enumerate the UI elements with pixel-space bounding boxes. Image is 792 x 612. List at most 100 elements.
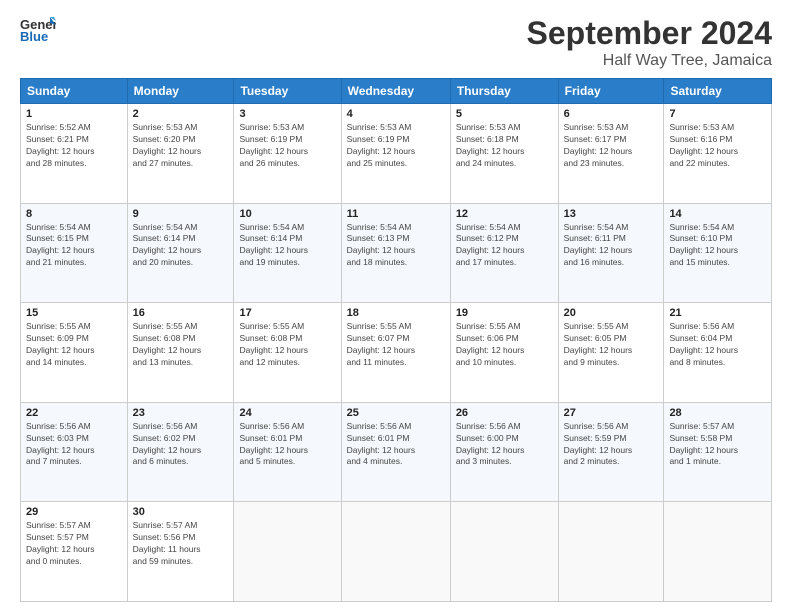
location-subtitle: Half Way Tree, Jamaica xyxy=(527,52,772,70)
table-row: 13 Sunrise: 5:54 AM Sunset: 6:11 PM Dayli… xyxy=(558,203,664,303)
table-row: 30Sunrise: 5:57 AM Sunset: 5:56 PM Dayli… xyxy=(127,502,234,602)
table-row: 19 Sunrise: 5:55 AM Sunset: 6:06 PM Dayli… xyxy=(450,303,558,403)
day-info: Sunrise: 5:56 AM Sunset: 6:01 PM Dayligh… xyxy=(239,421,335,469)
day-info: Sunrise: 5:57 AM Sunset: 5:56 PM Dayligh… xyxy=(133,520,229,568)
table-row: 20 Sunrise: 5:55 AM Sunset: 6:05 PM Dayli… xyxy=(558,303,664,403)
day-number: 1 xyxy=(26,108,122,120)
table-row: 6 Sunrise: 5:53 AM Sunset: 6:17 PM Daylig… xyxy=(558,104,664,204)
day-number: 28 xyxy=(669,407,766,419)
table-row: 14 Sunrise: 5:54 AM Sunset: 6:10 PM Dayli… xyxy=(664,203,772,303)
day-number: 24 xyxy=(239,407,335,419)
table-row: 16 Sunrise: 5:55 AM Sunset: 6:08 PM Dayli… xyxy=(127,303,234,403)
day-number: 2 xyxy=(133,108,229,120)
calendar-week-1: 1 Sunrise: 5:52 AM Sunset: 6:21 PM Daylig… xyxy=(21,104,772,204)
day-info: Sunrise: 5:53 AM Sunset: 6:16 PM Dayligh… xyxy=(669,122,766,170)
day-info: Sunrise: 5:54 AM Sunset: 6:13 PM Dayligh… xyxy=(347,222,445,270)
day-number: 5 xyxy=(456,108,553,120)
table-row: 27 Sunrise: 5:56 AM Sunset: 5:59 PM Dayli… xyxy=(558,402,664,502)
day-info: Sunrise: 5:55 AM Sunset: 6:06 PM Dayligh… xyxy=(456,321,553,369)
calendar-week-2: 8 Sunrise: 5:54 AM Sunset: 6:15 PM Daylig… xyxy=(21,203,772,303)
day-info: Sunrise: 5:52 AM Sunset: 6:21 PM Dayligh… xyxy=(26,122,122,170)
table-row: 2 Sunrise: 5:53 AM Sunset: 6:20 PM Daylig… xyxy=(127,104,234,204)
day-number: 12 xyxy=(456,208,553,220)
day-number: 16 xyxy=(133,307,229,319)
col-wednesday: Wednesday xyxy=(341,79,450,104)
month-title: September 2024 xyxy=(527,15,772,52)
day-number: 8 xyxy=(26,208,122,220)
col-sunday: Sunday xyxy=(21,79,128,104)
col-saturday: Saturday xyxy=(664,79,772,104)
table-row xyxy=(664,502,772,602)
table-row: 7 Sunrise: 5:53 AM Sunset: 6:16 PM Daylig… xyxy=(664,104,772,204)
day-info: Sunrise: 5:56 AM Sunset: 5:59 PM Dayligh… xyxy=(564,421,659,469)
table-row xyxy=(234,502,341,602)
calendar-week-5: 29 Sunrise: 5:57 AM Sunset: 5:57 PM Dayli… xyxy=(21,502,772,602)
logo: General Blue xyxy=(20,15,56,45)
day-info: Sunrise: 5:56 AM Sunset: 6:01 PM Dayligh… xyxy=(347,421,445,469)
header: General Blue September 2024 Half Way Tre… xyxy=(20,15,772,70)
calendar-header-row: Sunday Monday Tuesday Wednesday Thursday… xyxy=(21,79,772,104)
table-row: 12 Sunrise: 5:54 AM Sunset: 6:12 PM Dayli… xyxy=(450,203,558,303)
day-info: Sunrise: 5:57 AM Sunset: 5:57 PM Dayligh… xyxy=(26,520,122,568)
day-info: Sunrise: 5:54 AM Sunset: 6:12 PM Dayligh… xyxy=(456,222,553,270)
table-row: 1 Sunrise: 5:52 AM Sunset: 6:21 PM Daylig… xyxy=(21,104,128,204)
day-info: Sunrise: 5:54 AM Sunset: 6:11 PM Dayligh… xyxy=(564,222,659,270)
day-number: 14 xyxy=(669,208,766,220)
day-number: 25 xyxy=(347,407,445,419)
col-tuesday: Tuesday xyxy=(234,79,341,104)
day-number: 26 xyxy=(456,407,553,419)
day-info: Sunrise: 5:55 AM Sunset: 6:09 PM Dayligh… xyxy=(26,321,122,369)
day-info: Sunrise: 5:54 AM Sunset: 6:10 PM Dayligh… xyxy=(669,222,766,270)
table-row: 24 Sunrise: 5:56 AM Sunset: 6:01 PM Dayli… xyxy=(234,402,341,502)
table-row: 23Sunrise: 5:56 AM Sunset: 6:02 PM Dayli… xyxy=(127,402,234,502)
day-info: Sunrise: 5:53 AM Sunset: 6:20 PM Dayligh… xyxy=(133,122,229,170)
table-row: 11 Sunrise: 5:54 AM Sunset: 6:13 PM Dayli… xyxy=(341,203,450,303)
table-row: 9 Sunrise: 5:54 AM Sunset: 6:14 PM Daylig… xyxy=(127,203,234,303)
table-row: 17Sunrise: 5:55 AM Sunset: 6:08 PM Dayli… xyxy=(234,303,341,403)
day-info: Sunrise: 5:57 AM Sunset: 5:58 PM Dayligh… xyxy=(669,421,766,469)
day-number: 17 xyxy=(239,307,335,319)
day-info: Sunrise: 5:53 AM Sunset: 6:19 PM Dayligh… xyxy=(347,122,445,170)
day-info: Sunrise: 5:55 AM Sunset: 6:08 PM Dayligh… xyxy=(133,321,229,369)
day-number: 6 xyxy=(564,108,659,120)
day-info: Sunrise: 5:55 AM Sunset: 6:07 PM Dayligh… xyxy=(347,321,445,369)
table-row: 21Sunrise: 5:56 AM Sunset: 6:04 PM Dayli… xyxy=(664,303,772,403)
col-thursday: Thursday xyxy=(450,79,558,104)
day-info: Sunrise: 5:54 AM Sunset: 6:15 PM Dayligh… xyxy=(26,222,122,270)
day-number: 29 xyxy=(26,506,122,518)
day-info: Sunrise: 5:54 AM Sunset: 6:14 PM Dayligh… xyxy=(133,222,229,270)
table-row: 22Sunrise: 5:56 AM Sunset: 6:03 PM Dayli… xyxy=(21,402,128,502)
day-info: Sunrise: 5:56 AM Sunset: 6:04 PM Dayligh… xyxy=(669,321,766,369)
day-number: 4 xyxy=(347,108,445,120)
day-info: Sunrise: 5:56 AM Sunset: 6:03 PM Dayligh… xyxy=(26,421,122,469)
day-info: Sunrise: 5:53 AM Sunset: 6:19 PM Dayligh… xyxy=(239,122,335,170)
day-number: 11 xyxy=(347,208,445,220)
day-number: 9 xyxy=(133,208,229,220)
day-number: 23 xyxy=(133,407,229,419)
table-row: 4 Sunrise: 5:53 AM Sunset: 6:19 PM Daylig… xyxy=(341,104,450,204)
table-row: 18 Sunrise: 5:55 AM Sunset: 6:07 PM Dayli… xyxy=(341,303,450,403)
day-number: 15 xyxy=(26,307,122,319)
day-number: 20 xyxy=(564,307,659,319)
day-info: Sunrise: 5:56 AM Sunset: 6:00 PM Dayligh… xyxy=(456,421,553,469)
day-info: Sunrise: 5:55 AM Sunset: 6:05 PM Dayligh… xyxy=(564,321,659,369)
day-number: 27 xyxy=(564,407,659,419)
table-row: 3Sunrise: 5:53 AM Sunset: 6:19 PM Daylig… xyxy=(234,104,341,204)
table-row xyxy=(558,502,664,602)
calendar-week-4: 22Sunrise: 5:56 AM Sunset: 6:03 PM Dayli… xyxy=(21,402,772,502)
day-info: Sunrise: 5:54 AM Sunset: 6:14 PM Dayligh… xyxy=(239,222,335,270)
day-number: 19 xyxy=(456,307,553,319)
day-number: 13 xyxy=(564,208,659,220)
col-monday: Monday xyxy=(127,79,234,104)
day-number: 7 xyxy=(669,108,766,120)
table-row: 28 Sunrise: 5:57 AM Sunset: 5:58 PM Dayli… xyxy=(664,402,772,502)
calendar-table: Sunday Monday Tuesday Wednesday Thursday… xyxy=(20,78,772,602)
col-friday: Friday xyxy=(558,79,664,104)
table-row: 26 Sunrise: 5:56 AM Sunset: 6:00 PM Dayli… xyxy=(450,402,558,502)
day-number: 10 xyxy=(239,208,335,220)
day-info: Sunrise: 5:53 AM Sunset: 6:17 PM Dayligh… xyxy=(564,122,659,170)
day-number: 18 xyxy=(347,307,445,319)
table-row: 25 Sunrise: 5:56 AM Sunset: 6:01 PM Dayli… xyxy=(341,402,450,502)
table-row: 10 Sunrise: 5:54 AM Sunset: 6:14 PM Dayli… xyxy=(234,203,341,303)
page: General Blue September 2024 Half Way Tre… xyxy=(0,0,792,612)
